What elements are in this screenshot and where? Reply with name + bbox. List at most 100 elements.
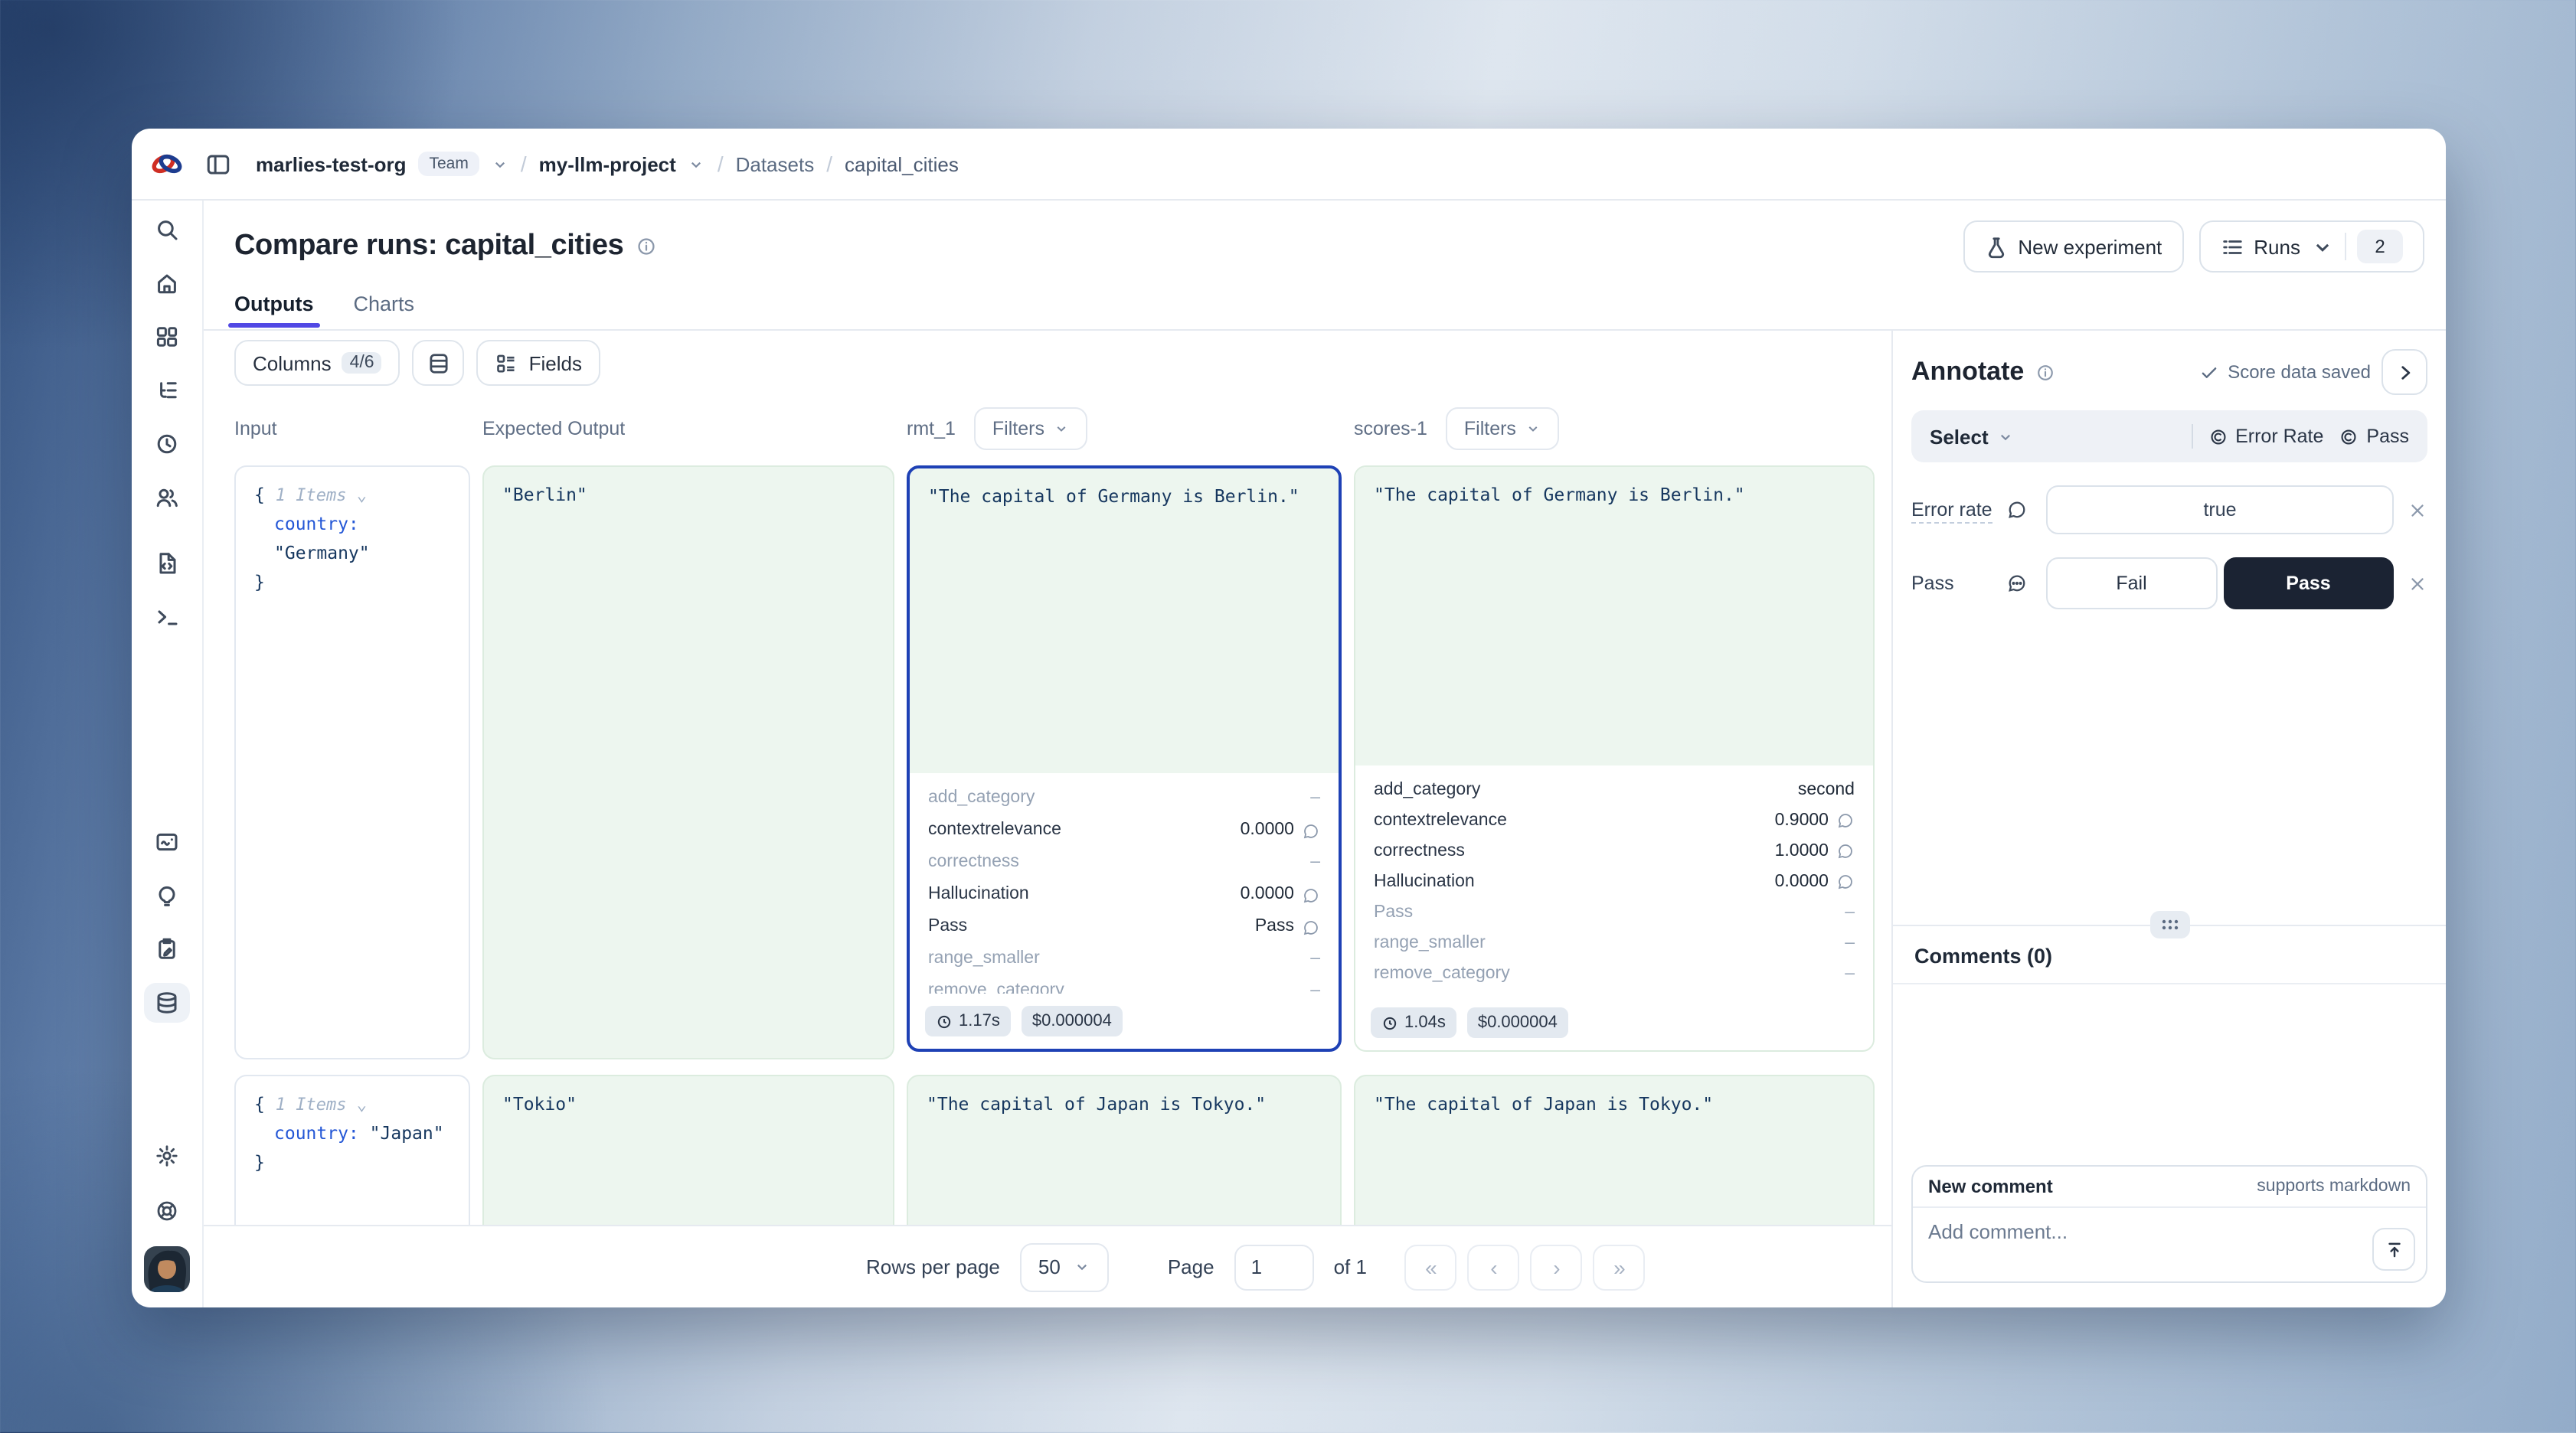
playground-icon[interactable] [144,822,190,862]
metric-row[interactable]: contextrelevance0.0000 [928,814,1320,847]
metric-row[interactable]: correctness– [928,847,1320,879]
input-cell[interactable]: { 1 Items ⌄ country: "Germany" } [234,465,470,1059]
chevron-down-icon[interactable]: ⌄ [346,485,367,505]
submit-comment-button[interactable] [2372,1228,2415,1271]
fields-button[interactable]: Fields [477,340,600,386]
langsmith-logo[interactable] [132,149,202,179]
chevron-down-icon[interactable] [492,155,508,172]
run1-filters-button[interactable]: Filters [974,407,1087,450]
annotation-clipboard-icon[interactable] [144,929,190,969]
chip-pass[interactable]: Pass [2339,426,2409,447]
rubric-select-bar: Select Error Rate Pass [1911,410,2427,462]
next-page-button[interactable]: › [1531,1244,1583,1290]
comment-bubble-icon[interactable] [2006,499,2046,521]
check-icon [2198,362,2218,382]
run1-output-cell-selected[interactable]: "The capital of Germany is Berlin." add_… [907,465,1342,1052]
column-header-input: Input [234,418,470,439]
comment-bubble-icon[interactable] [1836,842,1855,860]
clear-error-rate-icon[interactable] [2408,500,2427,520]
tab-outputs[interactable]: Outputs [234,292,314,328]
run2-output-cell[interactable]: "The capital of Japan is Tokyo." [1354,1075,1875,1225]
fail-button[interactable]: Fail [2046,557,2217,609]
json-items-label[interactable]: 1 Items [276,1095,347,1115]
comment-bubble-icon[interactable] [1836,811,1855,830]
metric-row[interactable]: range_smaller– [1374,928,1855,958]
settings-gear-icon[interactable] [144,1136,190,1176]
columns-button[interactable]: Columns 4/6 [234,340,400,386]
users-icon[interactable] [144,478,190,517]
metric-row[interactable]: PassPass [928,911,1320,943]
chevron-down-icon[interactable] [688,155,705,172]
dashboard-icon[interactable] [144,317,190,357]
tracing-tree-icon[interactable] [144,370,190,410]
metric-row[interactable]: Hallucination0.0000 [1374,867,1855,897]
collapse-sidebar-icon[interactable] [205,151,231,177]
comment-bubble-icon[interactable] [1302,886,1320,904]
chip-error-rate[interactable]: Error Rate [2208,426,2323,447]
metric-row[interactable]: Pass– [1374,897,1855,928]
json-items-label[interactable]: 1 Items [276,485,347,505]
chevron-down-icon[interactable]: ⌄ [346,1095,367,1115]
info-icon[interactable] [636,236,657,257]
search-icon[interactable] [144,210,190,250]
columns-count-badge: 4/6 [342,352,382,374]
metric-row[interactable]: remove_category– [928,975,1320,994]
comment-input[interactable] [1913,1208,2426,1281]
breadcrumb-project[interactable]: my-llm-project [539,152,676,175]
history-clock-icon[interactable] [144,424,190,464]
previous-page-button[interactable]: ‹ [1468,1244,1520,1290]
run2-output-cell[interactable]: "The capital of Germany is Berlin." add_… [1354,465,1875,1052]
metric-row[interactable]: correctness1.0000 [1374,836,1855,867]
home-icon[interactable] [144,263,190,303]
run1-name[interactable]: rmt_1 [907,418,956,439]
error-rate-input[interactable] [2046,485,2394,534]
pass-button[interactable]: Pass [2223,557,2394,609]
metric-row[interactable]: range_smaller– [928,943,1320,975]
breadcrumb-separator: / [718,152,724,176]
prompts-bulb-icon[interactable] [144,876,190,916]
info-icon[interactable] [2035,362,2055,382]
panel-splitter[interactable] [1893,925,2446,926]
column-header-run2: scores-1 Filters [1354,407,1875,450]
support-lifebuoy-icon[interactable] [144,1191,190,1231]
metric-row[interactable]: remove_category– [1374,958,1855,989]
expected-output-cell[interactable]: "Tokio" [482,1075,894,1225]
select-dropdown[interactable]: Select [1930,425,2015,448]
metric-row[interactable]: Hallucination0.0000 [928,879,1320,911]
row-height-button[interactable] [413,340,465,386]
expected-output-cell[interactable]: "Berlin" [482,465,894,1059]
first-page-button[interactable]: « [1405,1244,1457,1290]
metric-row[interactable]: contextrelevance0.9000 [1374,805,1855,836]
new-comment-card: New comment supports markdown [1911,1165,2427,1283]
run2-filters-button[interactable]: Filters [1446,407,1559,450]
terminal-icon[interactable] [144,597,190,637]
error-rate-label[interactable]: Error rate [1911,499,1992,524]
tab-charts[interactable]: Charts [354,292,415,328]
clear-pass-icon[interactable] [2408,573,2427,593]
breadcrumb-org[interactable]: marlies-test-org [256,152,407,175]
user-avatar[interactable] [144,1246,190,1292]
pass-label[interactable]: Pass [1911,573,1954,596]
comment-bubble-dots-icon[interactable] [2006,573,2046,594]
last-page-button[interactable]: » [1594,1244,1646,1290]
run1-output-cell[interactable]: "The capital of Japan is Tokyo." [907,1075,1342,1225]
comment-bubble-icon[interactable] [1836,873,1855,891]
drag-handle-icon[interactable] [2149,911,2189,938]
comment-bubble-icon[interactable] [1302,918,1320,936]
file-code-icon[interactable] [144,543,190,583]
latency-badge: 1.04s [1371,1007,1456,1038]
metric-row[interactable]: add_categorysecond [1374,775,1855,805]
feedback-row-pass: Pass Fail Pass [1911,557,2427,609]
page-size-select[interactable]: 50 [1020,1242,1110,1291]
metric-row[interactable]: add_category– [928,782,1320,814]
runs-button[interactable]: Runs 2 [2198,220,2424,273]
datasets-database-icon[interactable] [144,983,190,1023]
collapse-panel-button[interactable] [2381,349,2427,395]
input-cell[interactable]: { 1 Items ⌄ country: "Japan" } [234,1075,470,1225]
new-experiment-button[interactable]: New experiment [1963,220,2183,273]
breadcrumb-dataset[interactable]: capital_cities [845,152,959,175]
breadcrumb-datasets[interactable]: Datasets [736,152,815,175]
page-number-input[interactable] [1234,1244,1314,1290]
run2-name[interactable]: scores-1 [1354,418,1427,439]
comment-bubble-icon[interactable] [1302,821,1320,840]
